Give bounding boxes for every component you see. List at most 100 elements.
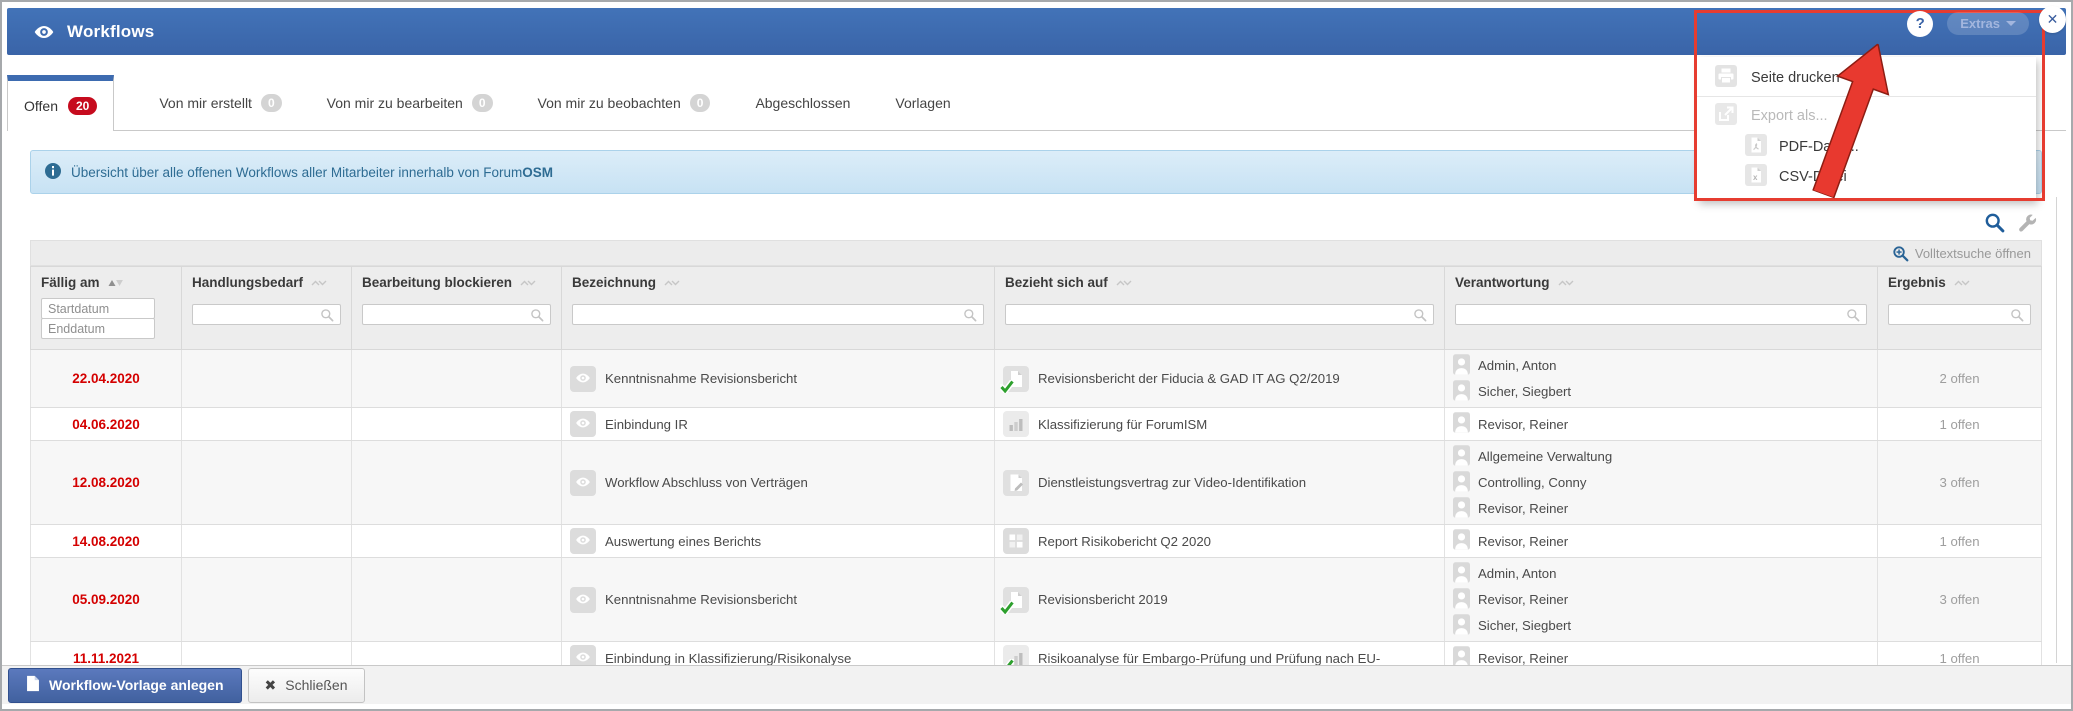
page-icon: [26, 675, 40, 695]
bearbeitung-cell: [352, 525, 562, 557]
workflow-name-cell: Einbindung IR: [562, 408, 995, 440]
person-icon: [1453, 470, 1470, 495]
count-badge: 0: [471, 93, 493, 112]
person-icon: [1453, 561, 1470, 586]
table-body: 22.04.2020 Kenntnisnahme Revisionsberich…: [30, 350, 2042, 665]
tab-von-mir-erstellt[interactable]: Von mir erstellt 0: [159, 93, 282, 112]
related-item-cell: Risikoanalyse für Embargo-Prüfung und Pr…: [995, 642, 1445, 665]
close-window-button[interactable]: ✕: [2039, 6, 2066, 33]
workflow-eye-icon: [570, 365, 596, 392]
responsibility-cell: Allgemeine Verwaltung Controlling, Conny R…: [1445, 441, 1878, 524]
person-icon: [1453, 646, 1470, 665]
bearbeitung-cell: [352, 408, 562, 440]
chevron-down-icon: [2006, 21, 2016, 26]
due-date: 04.06.2020: [30, 408, 182, 440]
result-count: 1 offen: [1878, 408, 2042, 440]
table-row[interactable]: 11.11.2021 Einbindung in Klassifizierung…: [30, 642, 2042, 665]
workflows-eye-icon: [31, 19, 57, 45]
workflows-window: Workflows ? Extras ✕ Offen 20 Von mir er…: [0, 0, 2073, 711]
bezeichnung-filter-input[interactable]: [572, 304, 984, 325]
bezieht-filter-input[interactable]: [1005, 304, 1434, 325]
csv-file-icon: x: [1745, 164, 1767, 190]
svg-text:x: x: [1753, 173, 1758, 182]
bearbeitung-filter-input[interactable]: [362, 304, 551, 325]
related-item-label: Report Risikobericht Q2 2020: [1038, 533, 1211, 549]
count-badge: 0: [689, 93, 711, 112]
person-name: Allgemeine Verwaltung: [1478, 449, 1613, 464]
menu-item-csv[interactable]: x CSV-Datei: [1697, 162, 2036, 192]
related-item-label: Klassifizierung für ForumISM: [1038, 416, 1208, 432]
table-row[interactable]: 05.09.2020 Kenntnisnahme Revisionsberich…: [30, 558, 2042, 642]
enddatum-input[interactable]: [41, 318, 155, 339]
table-row[interactable]: 22.04.2020 Kenntnisnahme Revisionsberich…: [30, 350, 2042, 408]
verantwortung-filter-input[interactable]: [1455, 304, 1867, 325]
bearbeitung-cell: [352, 350, 562, 407]
person: Revisor, Reiner: [1453, 646, 1568, 665]
handlungsbedarf-cell: [182, 642, 352, 665]
column-faellig-am: Fällig am: [30, 266, 182, 350]
create-workflow-template-button[interactable]: Workflow-Vorlage anlegen: [8, 667, 242, 703]
menu-item-print[interactable]: Seite drucken: [1697, 61, 2036, 94]
person-name: Revisor, Reiner: [1478, 501, 1569, 516]
person: Revisor, Reiner: [1453, 412, 1568, 437]
pdf-file-icon: [1745, 134, 1767, 160]
export-icon: [1715, 102, 1737, 129]
scroll-divider: [2056, 197, 2057, 663]
workflow-name: Kenntnisnahme Revisionsbericht: [605, 371, 798, 386]
fulltext-search-link[interactable]: Volltextsuche öffnen: [1915, 246, 2031, 261]
sort-icon: [1115, 275, 1132, 290]
table-header: Fällig am Handlungsbedarf Bearbeitung bl…: [30, 266, 2042, 350]
related-item-cell: Revisionsbericht der Fiducia & GAD IT AG…: [995, 350, 1445, 407]
chart-icon: [1003, 411, 1029, 437]
tab-abgeschlossen[interactable]: Abgeschlossen: [755, 95, 850, 111]
person-icon: [1453, 587, 1470, 612]
ergebnis-filter-input[interactable]: [1888, 304, 2031, 325]
search-icon[interactable]: [1984, 212, 2005, 233]
tab-von-mir-zu-beobachten[interactable]: Von mir zu beobachten 0: [538, 93, 711, 112]
column-bezeichnung: Bezeichnung: [562, 266, 995, 350]
person: Controlling, Conny: [1453, 470, 1587, 495]
menu-item-export-als[interactable]: Export als...: [1697, 99, 2036, 132]
responsibility-cell: Revisor, Reiner: [1445, 642, 1878, 665]
person-icon: [1453, 353, 1470, 378]
chart-icon: [998, 645, 1029, 665]
person: Admin, Anton: [1453, 561, 1556, 586]
help-button[interactable]: ?: [1907, 10, 1934, 37]
due-date: 12.08.2020: [30, 441, 182, 524]
column-handlungsbedarf: Handlungsbedarf: [182, 266, 352, 350]
zoom-plus-icon[interactable]: [1892, 245, 1909, 262]
column-verantwortung: Verantwortung: [1445, 266, 1878, 350]
handlungsbedarf-cell: [182, 408, 352, 440]
person: Admin, Anton: [1453, 353, 1556, 378]
person-name: Revisor, Reiner: [1478, 592, 1569, 607]
sort-icon: [519, 275, 536, 290]
related-item-label: Dienstleistungsvertrag zur Video-Identif…: [1038, 475, 1307, 490]
column-ergebnis: Ergebnis: [1878, 266, 2042, 350]
tab-offen[interactable]: Offen 20: [7, 75, 115, 131]
sort-icon: [107, 275, 124, 290]
wrench-icon[interactable]: [2017, 213, 2037, 233]
extras-button[interactable]: Extras: [1947, 12, 2029, 35]
close-button[interactable]: ✖ Schließen: [247, 667, 365, 703]
workflow-name-cell: Kenntnisnahme Revisionsbericht: [562, 350, 995, 407]
table-row[interactable]: 04.06.2020 Einbindung IR Klassifizierung…: [30, 408, 2042, 441]
printer-icon: [1715, 64, 1737, 91]
tab-vorlagen[interactable]: Vorlagen: [895, 95, 950, 111]
table-row[interactable]: 14.08.2020 Auswertung eines Berichts Rep…: [30, 525, 2042, 558]
responsibility-cell: Revisor, Reiner: [1445, 525, 1878, 557]
startdatum-input[interactable]: [41, 298, 155, 319]
sort-icon: [310, 275, 327, 290]
tab-von-mir-zu-bearbeiten[interactable]: Von mir zu bearbeiten 0: [327, 93, 493, 112]
document-icon: [998, 586, 1029, 617]
bearbeitung-cell: [352, 642, 562, 665]
menu-item-pdf[interactable]: PDF-Datei...: [1697, 132, 2036, 162]
workflow-eye-icon: [570, 411, 596, 437]
sort-icon: [1953, 275, 1970, 290]
table-row[interactable]: 12.08.2020 Workflow Abschluss von Verträ…: [30, 441, 2042, 525]
handlungsbedarf-filter-input[interactable]: [192, 304, 341, 325]
contract-icon: [1003, 469, 1029, 496]
count-badge: 0: [260, 93, 282, 112]
fulltext-search-bar: Volltextsuche öffnen: [30, 240, 2042, 266]
window-title: Workflows: [67, 21, 155, 41]
workflow-eye-icon: [570, 645, 596, 665]
